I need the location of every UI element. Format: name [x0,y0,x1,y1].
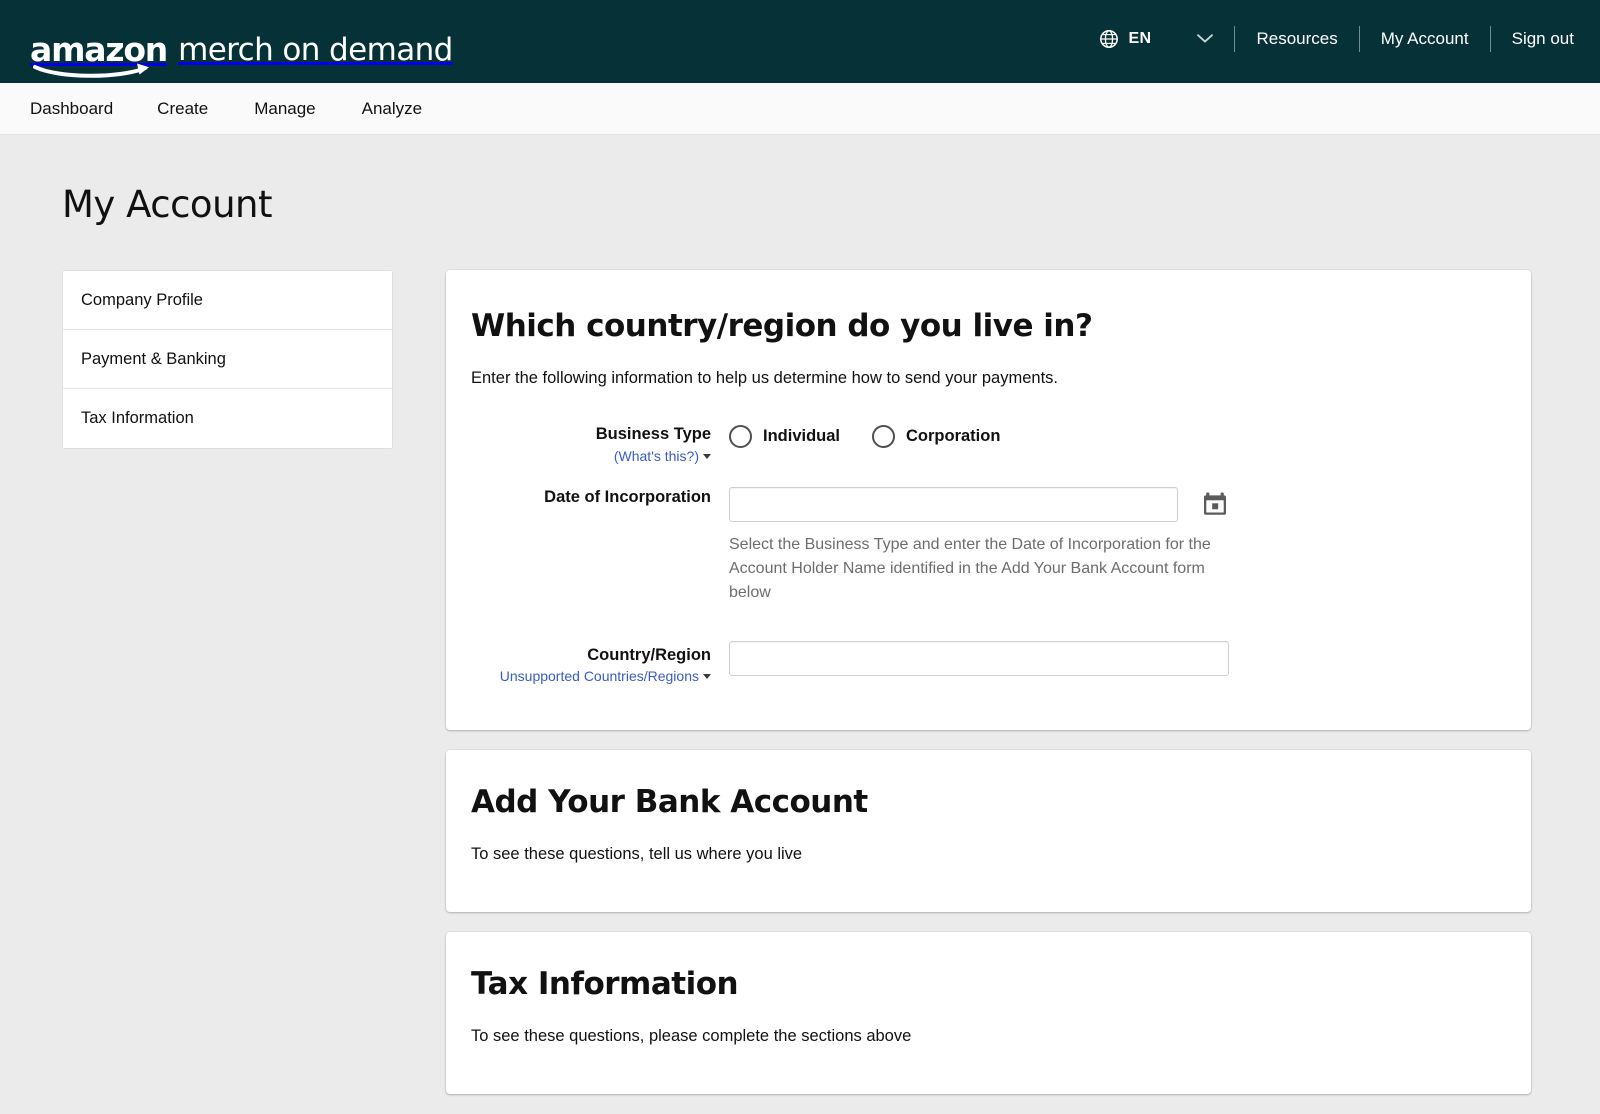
country-region-form: Business Type (What's this?) Individual [471,424,1491,686]
radio-option-corporation[interactable]: Corporation [872,425,1001,449]
globe-icon [1100,29,1119,48]
top-header-bar: amazon merch on demand EN Resources My A… [0,0,1600,83]
calendar-picker-button[interactable] [1202,491,1228,517]
sidebar-item-payment-banking[interactable]: Payment & Banking [63,330,392,389]
country-region-input[interactable] [729,640,1229,676]
brand-subtitle-text: merch on demand [178,31,453,68]
date-input-line [729,486,1491,522]
country-region-row: Country/Region Unsupported Countries/Reg… [471,640,1491,687]
nav-item-dashboard[interactable]: Dashboard [30,99,139,119]
sidebar-item-company-profile[interactable]: Company Profile [63,271,392,330]
page-content: My Account Company Profile Payment & Ban… [0,135,1600,1114]
country-region-card-subtitle: Enter the following information to help … [471,369,1058,387]
language-selector[interactable]: EN [1099,29,1214,49]
page-title: My Account [62,183,272,226]
country-region-label-col: Country/Region Unsupported Countries/Reg… [471,641,729,687]
sidebar-item-label: Tax Information [81,409,194,427]
calendar-icon [1204,492,1226,516]
date-of-incorporation-row: Date of Incorporation Select the Busines… [471,486,1491,606]
header-link-resources[interactable]: Resources [1255,27,1338,51]
whats-this-link[interactable]: (What's this?) [614,448,699,464]
language-code-label: EN [1128,29,1152,47]
business-type-help-wrap: (What's this?) [471,448,711,466]
sidebar-item-tax-information[interactable]: Tax Information [63,389,392,448]
sidebar-item-label: Payment & Banking [81,349,226,368]
date-of-incorporation-input[interactable] [729,486,1178,522]
nav-item-manage[interactable]: Manage [254,99,341,119]
radio-label-individual: Individual [763,427,841,446]
main-content: Which country/region do you live in? Ent… [446,270,1531,1114]
brand-logo-link[interactable]: amazon merch on demand [30,18,453,78]
radio-label-corporation: Corporation [906,427,1001,446]
radio-option-individual[interactable]: Individual [729,425,841,449]
tax-information-card-title: Tax Information [471,966,739,1003]
header-link-my-account[interactable]: My Account [1380,27,1470,51]
sidebar-item-label: Company Profile [81,290,203,309]
business-type-radio-group: Individual Corporation [729,424,1491,449]
header-divider [1358,25,1360,52]
radio-circle-icon[interactable] [872,425,896,449]
tax-information-card: Tax Information To see these questions, … [446,932,1531,1095]
date-of-incorporation-label-col: Date of Incorporation [471,487,729,508]
business-type-label: Business Type [595,425,711,444]
bank-account-card: Add Your Bank Account To see these quest… [446,750,1531,913]
bank-account-card-subtitle: To see these questions, tell us where yo… [471,845,803,864]
nav-item-create[interactable]: Create [157,99,234,119]
nav-item-analyze[interactable]: Analyze [362,99,448,119]
amazon-logo: amazon [30,29,168,78]
business-type-field-col: Individual Corporation [729,424,1491,449]
header-right-controls: EN Resources My Account Sign out [1099,0,1575,83]
chevron-down-icon[interactable] [1196,33,1214,44]
account-sidebar: Company Profile Payment & Banking Tax In… [62,270,393,449]
country-region-card: Which country/region do you live in? Ent… [446,270,1531,731]
bank-account-card-title: Add Your Bank Account [471,784,868,821]
header-link-sign-out[interactable]: Sign out [1511,27,1575,51]
country-region-card-title: Which country/region do you live in? [471,308,1093,344]
primary-navigation: Dashboard Create Manage Analyze [0,83,1600,135]
caret-down-icon[interactable] [703,453,711,459]
date-of-incorporation-field-col: Select the Business Type and enter the D… [729,486,1491,606]
date-of-incorporation-label: Date of Incorporation [544,487,711,506]
page-layout: Company Profile Payment & Banking Tax In… [0,270,1600,1114]
business-type-row: Business Type (What's this?) Individual [471,424,1491,466]
caret-down-icon[interactable] [703,674,711,680]
country-region-field-col [729,640,1491,676]
header-divider [1489,25,1491,52]
country-region-label: Country/Region [587,645,711,664]
radio-circle-icon[interactable] [729,425,752,449]
date-of-incorporation-help-text: Select the Business Type and enter the D… [729,535,1211,602]
tax-information-card-subtitle: To see these questions, please complete … [471,1027,912,1046]
unsupported-countries-wrap: Unsupported Countries/Regions [471,668,711,686]
unsupported-countries-link[interactable]: Unsupported Countries/Regions [500,668,699,684]
header-divider [1234,25,1236,52]
brand-amazon-text: amazon [30,29,168,69]
business-type-label-col: Business Type (What's this?) [471,424,729,466]
